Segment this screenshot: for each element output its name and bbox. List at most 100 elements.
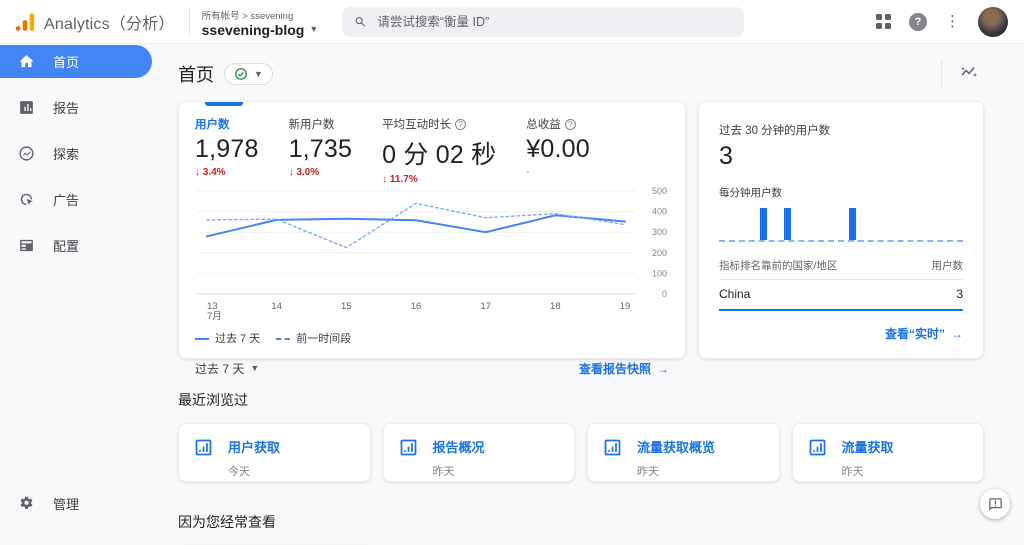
sidebar-item-label: 管理: [53, 494, 79, 513]
report-chart-icon: [193, 437, 214, 458]
country-column-header: 指标排名靠前的国家/地区: [719, 258, 837, 273]
y-axis-tick: 400: [652, 207, 667, 217]
view-realtime-link[interactable]: 查看“实时” →: [885, 325, 963, 342]
metric-label: 新用户数: [289, 116, 353, 132]
legend-solid-swatch: [195, 338, 209, 340]
sidebar: 首页 报告 探索 广告 配置 管理: [0, 45, 166, 545]
users-line-chart: 0100200300400500137月141516171819: [195, 185, 671, 321]
help-icon[interactable]: ?: [909, 13, 927, 31]
help-icon: ?: [565, 119, 576, 130]
metric-tab-new-users[interactable]: 新用户数 1,735 ↓ 3.0%: [289, 116, 353, 185]
recent-card-title: 流量获取概览: [637, 437, 715, 456]
metric-value: ¥0.00: [526, 135, 590, 164]
frequently-viewed-heading: 因为您经常查看: [178, 512, 984, 532]
metric-tab-total-revenue[interactable]: 总收益 ? ¥0.00 -: [526, 116, 590, 185]
feedback-icon: [988, 497, 1003, 512]
metric-tab-users[interactable]: 用户数 1,978 ↓ 3.4%: [195, 116, 259, 185]
recent-card-subtitle: 今天: [228, 463, 280, 479]
reports-icon: [18, 99, 35, 116]
page-title: 首页: [178, 61, 214, 87]
sidebar-item-reports[interactable]: 报告: [0, 91, 166, 124]
sidebar-item-label: 报告: [53, 98, 79, 117]
insights-icon[interactable]: [941, 60, 984, 89]
property-name: ssevening-blog: [202, 22, 305, 38]
search-icon: [354, 15, 367, 29]
recently-viewed-cards: 用户获取 今天 报告概况 昨天 流量获取概览 昨天: [178, 423, 984, 482]
sidebar-item-configure[interactable]: 配置: [0, 229, 166, 262]
more-vert-icon[interactable]: ⋮: [945, 14, 960, 29]
report-chart-icon: [398, 437, 419, 458]
y-axis-tick: 300: [652, 227, 667, 237]
search-input[interactable]: [377, 15, 732, 29]
y-axis-tick: 100: [652, 268, 667, 278]
recent-card-traffic-acquisition-overview[interactable]: 流量获取概览 昨天: [587, 423, 780, 482]
chevron-down-icon: ▼: [254, 70, 263, 79]
realtime-users-value: 3: [719, 142, 963, 171]
legend-label: 前一时间段: [296, 333, 351, 345]
series-current-line: [207, 215, 625, 236]
users-column-header: 用户数: [932, 258, 964, 273]
help-icon: ?: [455, 119, 466, 130]
country-cell: China: [719, 287, 750, 301]
check-circle-icon: [234, 67, 248, 81]
series-previous-line: [207, 203, 625, 247]
per-minute-bar: [784, 208, 791, 240]
main-content: 首页 ▼ 用户数 1,978 ↓ 3.4%: [166, 45, 1024, 545]
legend-label: 过去 7 天: [215, 333, 260, 345]
chevron-down-icon: ▼: [250, 364, 259, 373]
arrow-right-icon: →: [951, 327, 963, 341]
date-range-selector[interactable]: 过去 7 天 ▼: [195, 360, 259, 377]
sidebar-item-explore[interactable]: 探索: [0, 137, 166, 170]
property-switcher[interactable]: 所有帐号 > ssevening ssevening-blog ▼: [190, 6, 329, 38]
top-bar: Analytics（分析） 所有帐号 > ssevening ssevening…: [0, 0, 1024, 44]
x-axis-tick: 17: [480, 301, 491, 312]
report-chart-icon: [602, 437, 623, 458]
x-axis-tick: 16: [411, 301, 422, 312]
home-icon: [18, 53, 35, 70]
recent-card-title: 流量获取: [842, 437, 894, 456]
y-axis-tick: 500: [652, 186, 667, 196]
recent-card-traffic-acquisition[interactable]: 流量获取 昨天: [792, 423, 985, 482]
sidebar-item-admin[interactable]: 管理: [0, 487, 166, 520]
recently-viewed-heading: 最近浏览过: [178, 390, 984, 410]
metric-delta: ↓ 3.4%: [195, 167, 259, 178]
chevron-down-icon: ▼: [309, 25, 318, 34]
metric-tab-engagement-time[interactable]: 平均互动时长 ? 0 分 02 秒 ↓ 11.7%: [382, 116, 496, 185]
metric-delta: ↓ 3.0%: [289, 167, 353, 178]
x-axis-tick: 14: [271, 301, 282, 312]
configure-icon: [18, 237, 35, 254]
metric-label: 用户数: [195, 116, 259, 132]
feedback-button[interactable]: [980, 489, 1010, 519]
active-metric-tab-indicator: [205, 102, 243, 106]
per-minute-bar-chart: [719, 204, 963, 242]
analytics-logo[interactable]: Analytics（分析）: [0, 10, 189, 34]
metric-value: 1,735: [289, 135, 353, 164]
realtime-title: 过去 30 分钟的用户数: [719, 122, 963, 138]
sidebar-item-label: 配置: [53, 236, 79, 255]
sidebar-item-advertising[interactable]: 广告: [0, 183, 166, 216]
metric-label: 平均互动时长 ?: [382, 116, 496, 132]
users-cell: 3: [956, 287, 963, 301]
recent-card-user-acquisition[interactable]: 用户获取 今天: [178, 423, 371, 482]
legend-dashed-swatch: [276, 338, 290, 340]
sidebar-item-label: 广告: [53, 190, 79, 209]
search-bar[interactable]: [342, 7, 744, 37]
x-axis-tick: 15: [341, 301, 352, 312]
gear-icon: [18, 495, 35, 512]
users-overview-card: 用户数 1,978 ↓ 3.4% 新用户数 1,735 ↓ 3.0% 平均互动时…: [178, 101, 686, 359]
recent-card-subtitle: 昨天: [637, 463, 715, 479]
collection-status-dropdown[interactable]: ▼: [224, 63, 273, 85]
report-snapshot-link[interactable]: 查看报告快照 →: [579, 360, 669, 377]
apps-grid-icon[interactable]: [876, 14, 891, 29]
realtime-table-header: 指标排名靠前的国家/地区 用户数: [719, 250, 963, 280]
recent-card-reports-snapshot[interactable]: 报告概况 昨天: [383, 423, 576, 482]
realtime-card: 过去 30 分钟的用户数 3 每分钟用户数 指标排名靠前的国家/地区 用户数 C…: [698, 101, 984, 359]
analytics-logo-icon: [14, 11, 36, 33]
explore-icon: [18, 145, 35, 162]
x-axis-tick: 19: [620, 301, 631, 312]
sidebar-item-home[interactable]: 首页: [0, 45, 152, 78]
metric-value: 1,978: [195, 135, 259, 164]
avatar[interactable]: [978, 7, 1008, 37]
metric-delta: ↓ 11.7%: [382, 174, 496, 185]
report-chart-icon: [807, 437, 828, 458]
